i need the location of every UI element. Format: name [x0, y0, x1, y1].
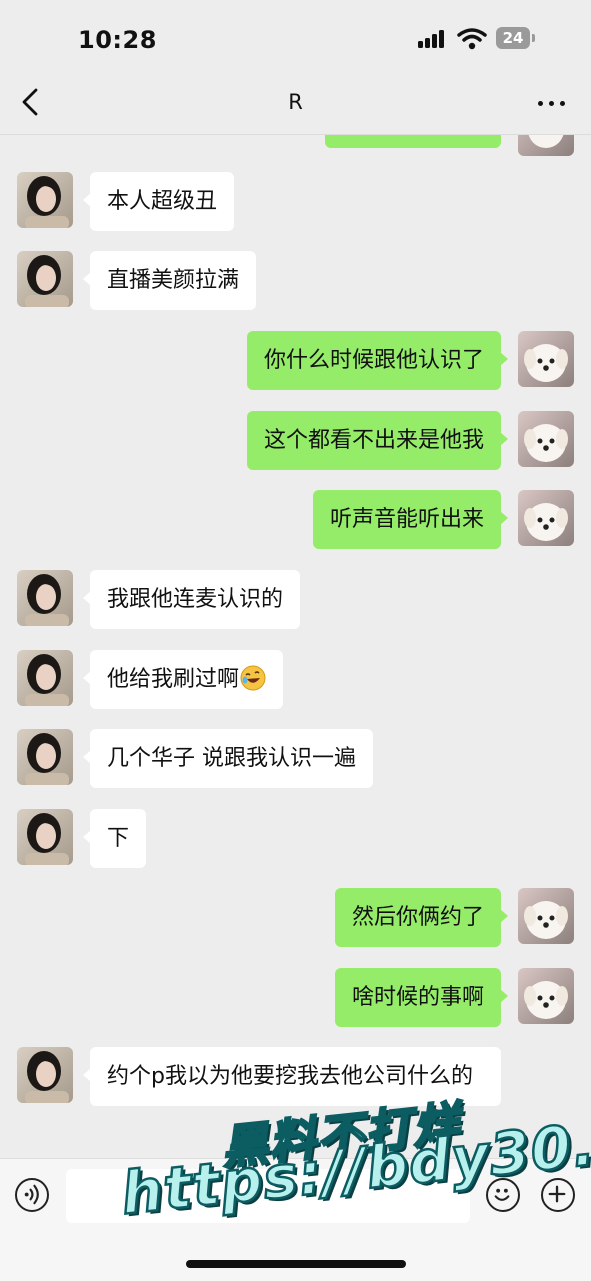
incoming-message-bubble[interactable]: 下	[82, 809, 147, 868]
incoming-message-bubble[interactable]: 直播美颜拉满	[82, 251, 257, 310]
outgoing-message-bubble[interactable]: 你什么时候跟他认识了	[246, 331, 509, 390]
girl-avatar[interactable]	[17, 809, 73, 865]
outgoing-message-bubble[interactable]: 啥时候的事啊	[334, 968, 509, 1027]
cellular-signal-icon	[418, 30, 450, 48]
girl-avatar[interactable]	[17, 570, 73, 626]
plus-icon	[548, 1185, 566, 1203]
girl-avatar[interactable]	[17, 650, 73, 706]
dog-avatar[interactable]	[518, 490, 574, 546]
outgoing-message-bubble[interactable]: 这个都看不出来是他我	[246, 411, 509, 470]
chat-header: R	[0, 70, 591, 135]
incoming-message-bubble[interactable]: 本人超级丑	[82, 172, 235, 231]
battery-tip	[532, 34, 535, 42]
message-text: 他给我刷过啊	[107, 667, 240, 692]
dog-avatar[interactable]	[518, 411, 574, 467]
status-bar: 10:28 24	[0, 0, 591, 70]
wifi-icon	[457, 28, 487, 50]
voice-wave-icon	[24, 1184, 39, 1205]
girl-avatar[interactable]	[17, 1047, 73, 1103]
dog-avatar[interactable]	[518, 968, 574, 1024]
dog-avatar[interactable]	[518, 888, 574, 944]
girl-avatar[interactable]	[17, 251, 73, 307]
message-bubble-clipped[interactable]	[325, 135, 501, 148]
girl-avatar[interactable]	[17, 729, 73, 785]
girl-avatar[interactable]	[17, 172, 73, 228]
rolling-laughing-face-icon	[240, 665, 266, 691]
battery-icon: 24	[496, 27, 530, 49]
home-indicator[interactable]	[186, 1260, 406, 1268]
incoming-message-bubble[interactable]: 他给我刷过啊	[82, 650, 284, 709]
voice-input-button[interactable]	[15, 1178, 49, 1212]
status-time: 10:28	[78, 26, 157, 54]
incoming-message-bubble[interactable]: 我跟他连麦认识的	[82, 570, 301, 629]
incoming-message-bubble[interactable]: 几个华子 说跟我认识一遍	[83, 729, 373, 788]
dog-avatar[interactable]	[518, 331, 574, 387]
chat-title: R	[288, 90, 303, 114]
more-options-icon[interactable]	[536, 92, 568, 112]
outgoing-message-bubble[interactable]: 然后你俩约了	[334, 888, 509, 947]
outgoing-message-bubble[interactable]: 听声音能听出来	[312, 490, 509, 549]
dog-avatar[interactable]	[518, 135, 574, 156]
chat-message-list[interactable]: 本人超级丑 直播美颜拉满 你什么时候跟他认识了 这个都看不出来是他我 听声音能听…	[0, 135, 591, 1158]
